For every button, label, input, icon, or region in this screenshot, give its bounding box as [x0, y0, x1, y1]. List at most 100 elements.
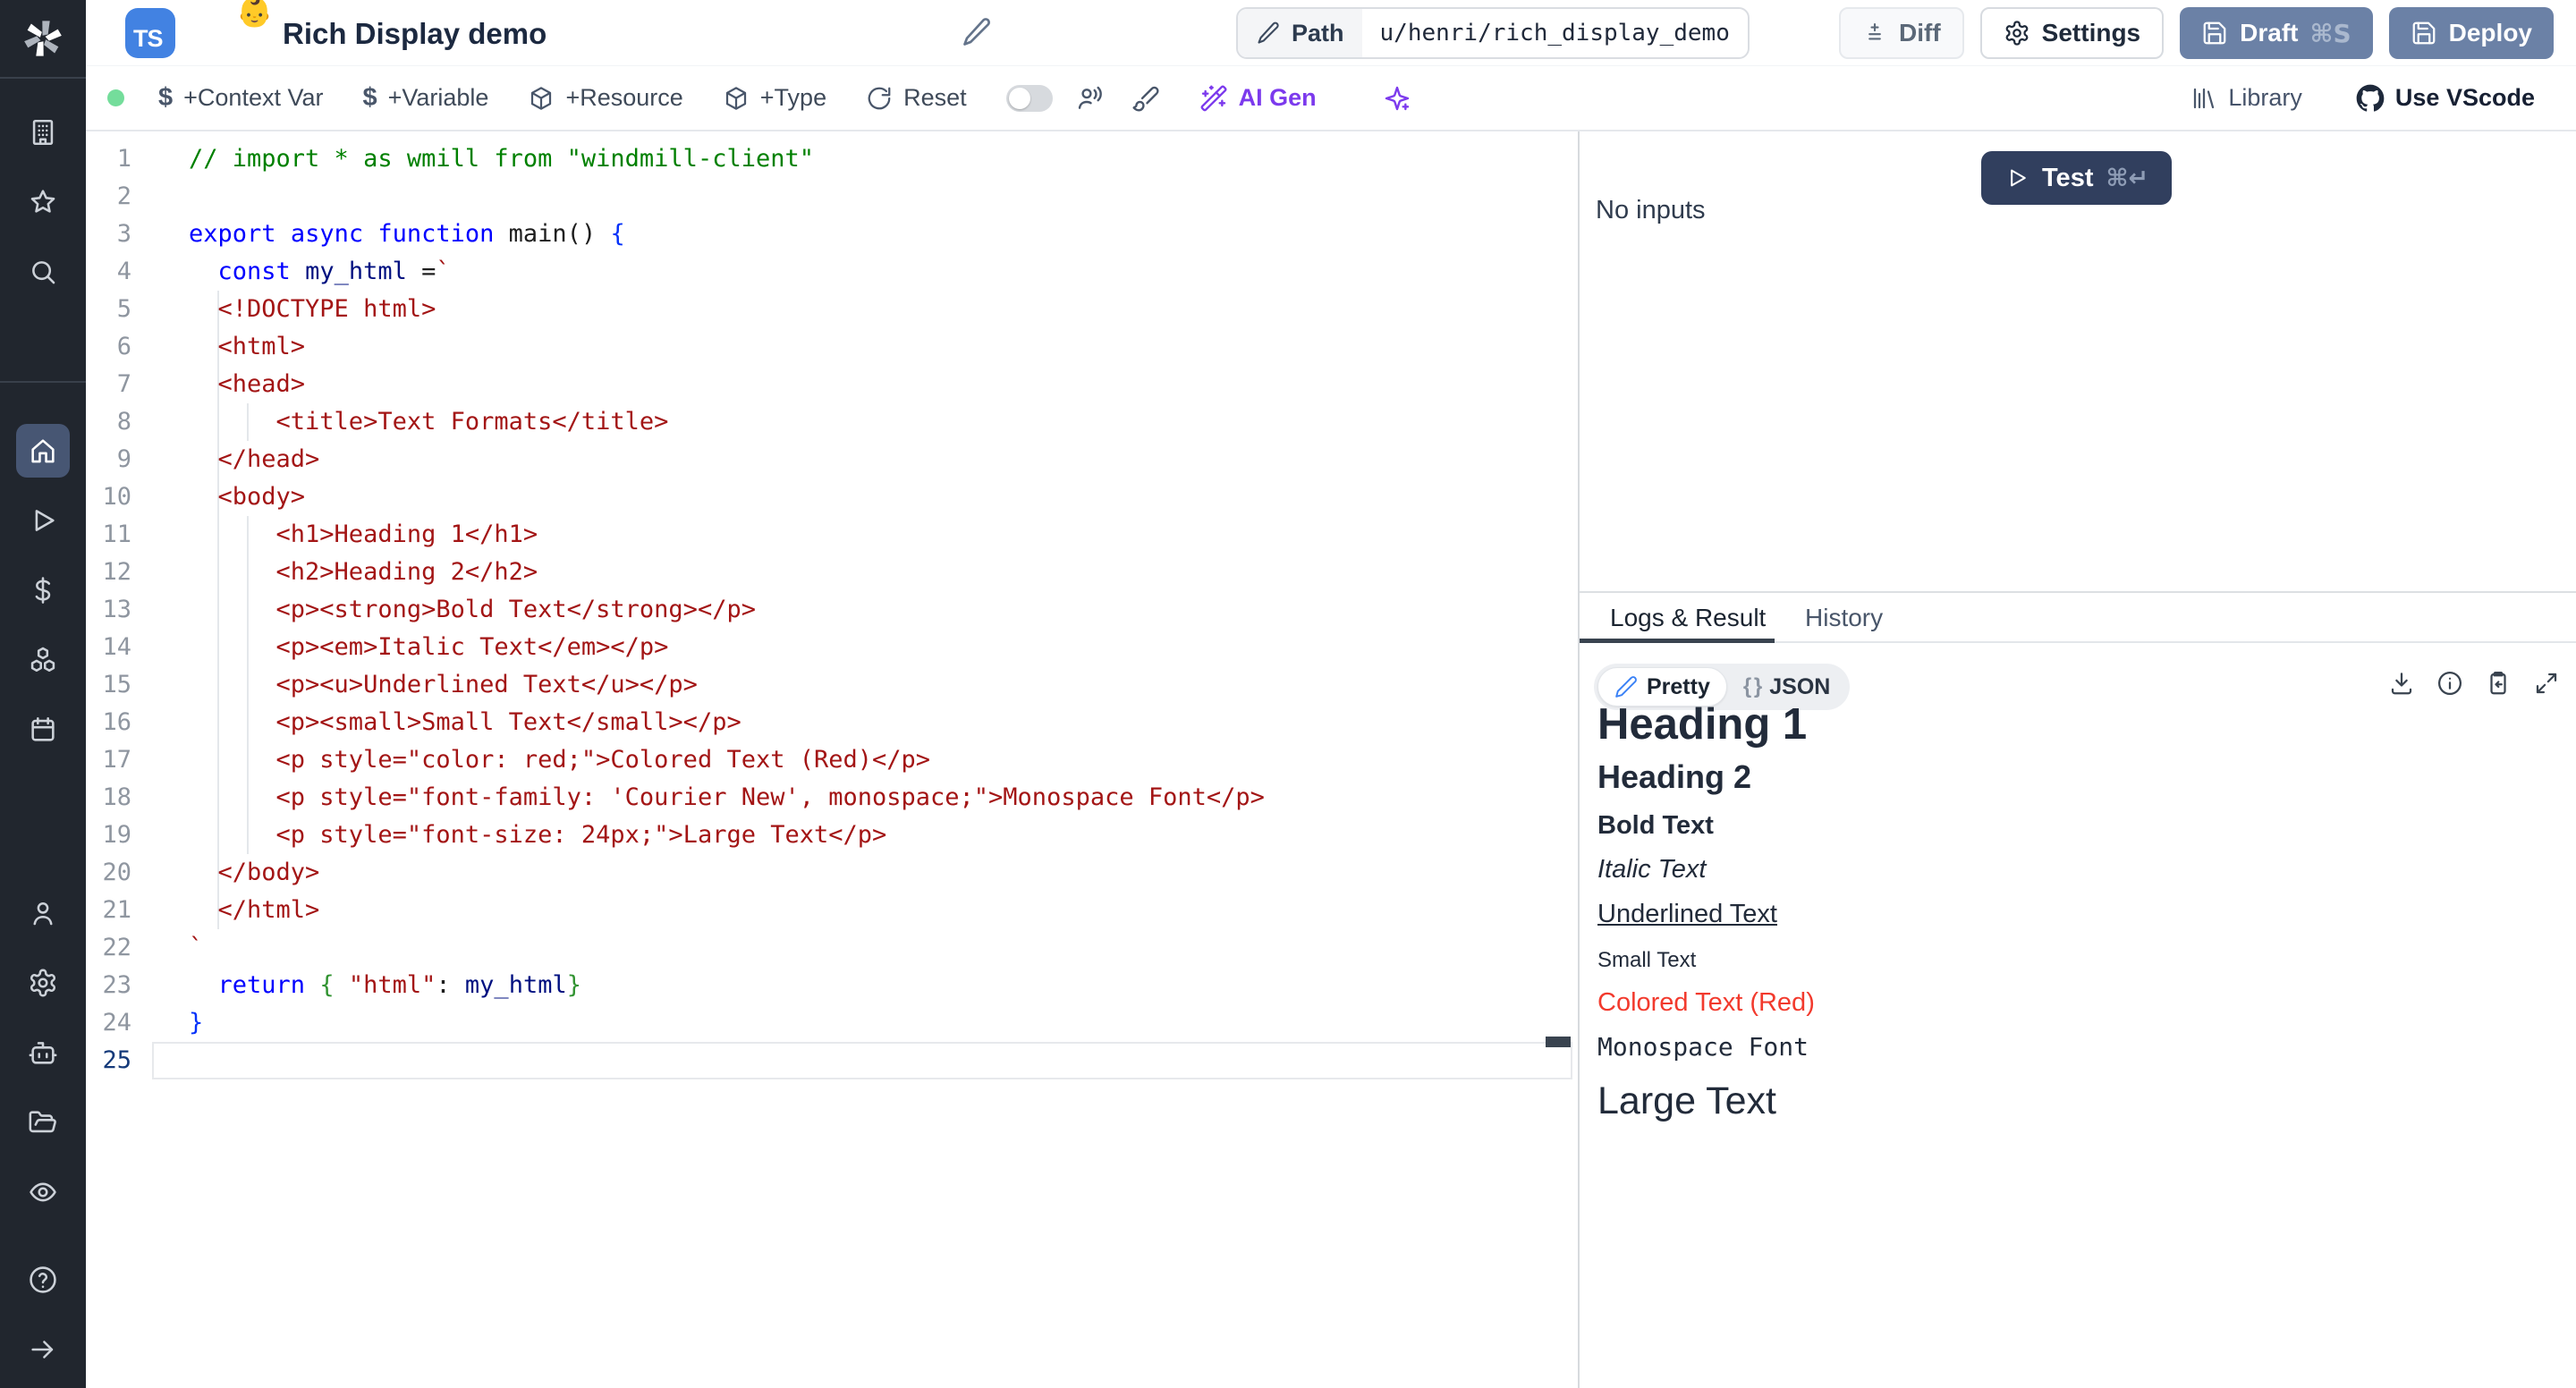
right-panel: Test ⌘↵ No inputs Logs & Result History … — [1580, 131, 2576, 1388]
code-text: <h2>Heading 2</h2> — [131, 554, 538, 591]
code-line[interactable]: 23 return { "html": my_html} — [86, 967, 1578, 1004]
sidebar-item-dollar[interactable] — [16, 563, 70, 617]
reset-button[interactable]: Reset — [866, 84, 967, 112]
code-line[interactable]: 7 <head> — [86, 366, 1578, 403]
line-number: 23 — [86, 967, 131, 1004]
result-mono: Monospace Font — [1597, 1028, 2537, 1067]
reset-label: Reset — [903, 84, 967, 112]
code-line[interactable]: 2 — [86, 178, 1578, 216]
sidebar-item-arrow-right[interactable] — [16, 1323, 70, 1376]
code-text: </html> — [131, 892, 319, 929]
gear-icon — [28, 968, 58, 998]
sidebar-item-folder[interactable] — [16, 1096, 70, 1149]
code-line[interactable]: 1// import * as wmill from "windmill-cli… — [86, 140, 1578, 178]
diff-button[interactable]: Diff — [1839, 7, 1964, 59]
code-line[interactable]: 4 const my_html =` — [86, 253, 1578, 291]
draft-label: Draft — [2240, 19, 2298, 47]
code-line[interactable]: 13 <p><strong>Bold Text</strong></p> — [86, 591, 1578, 629]
sidebar-item-help[interactable] — [16, 1253, 70, 1307]
download-icon[interactable] — [2388, 670, 2415, 697]
sidebar-item-bot[interactable] — [16, 1026, 70, 1079]
result-italic: Italic Text — [1597, 849, 2537, 890]
code-line[interactable]: 5 <!DOCTYPE html> — [86, 291, 1578, 328]
code-line[interactable]: 22` — [86, 929, 1578, 967]
json-view-button[interactable]: { } JSON — [1727, 674, 1846, 700]
code-line[interactable]: 9 </head> — [86, 441, 1578, 478]
settings-button[interactable]: Settings — [1980, 7, 2164, 59]
path-input[interactable]: u/henri/rich_display_demo — [1362, 9, 1748, 57]
multiplayer-users-icon[interactable] — [1076, 84, 1105, 113]
sidebar-item-gear[interactable] — [16, 956, 70, 1010]
draft-button[interactable]: Draft ⌘S — [2180, 7, 2373, 59]
code-line[interactable]: 10 <body> — [86, 478, 1578, 516]
format-brush-icon[interactable] — [1131, 84, 1160, 113]
tab-history[interactable]: History — [1805, 604, 1883, 632]
code-line[interactable]: 3export async function main() { — [86, 216, 1578, 253]
dollar-icon: $ — [362, 83, 377, 113]
test-shortcut: ⌘↵ — [2106, 165, 2148, 192]
code-text: <p style="color: red;">Colored Text (Red… — [131, 741, 930, 779]
sidebar-item-search[interactable] — [16, 245, 70, 299]
star-icon — [28, 187, 58, 217]
code-line[interactable]: 8 <title>Text Formats</title> — [86, 403, 1578, 441]
windmill-logo-icon[interactable] — [0, 0, 86, 79]
deploy-button[interactable]: Deploy — [2389, 7, 2554, 59]
sidebar-item-building[interactable] — [16, 106, 70, 159]
result-actions — [2388, 670, 2560, 697]
line-number: 12 — [86, 554, 131, 591]
code-line[interactable]: 15 <p><u>Underlined Text</u></p> — [86, 666, 1578, 704]
use-vscode-button[interactable]: Use VScode — [2356, 84, 2535, 113]
sidebar-item-star[interactable] — [16, 175, 70, 229]
code-line[interactable]: 11 <h1>Heading 1</h1> — [86, 516, 1578, 554]
sparkles-icon[interactable] — [1383, 84, 1411, 113]
code-line[interactable]: 12 <h2>Heading 2</h2> — [86, 554, 1578, 591]
code-line[interactable]: 16 <p><small>Small Text</small></p> — [86, 704, 1578, 741]
add-variable-label: +Variable — [388, 84, 489, 112]
info-icon[interactable] — [2436, 670, 2463, 697]
code-line[interactable]: 25 — [86, 1042, 1578, 1079]
line-number: 25 — [86, 1042, 131, 1079]
sidebar-item-boxes[interactable] — [16, 633, 70, 687]
code-line[interactable]: 6 <html> — [86, 328, 1578, 366]
code-text: <p><u>Underlined Text</u></p> — [131, 666, 698, 704]
library-button[interactable]: Library — [2190, 84, 2302, 112]
code-line[interactable]: 19 <p style="font-size: 24px;">Large Tex… — [86, 817, 1578, 854]
code-line[interactable]: 21 </html> — [86, 892, 1578, 929]
code-text: </head> — [131, 441, 319, 478]
tab-logs-result[interactable]: Logs & Result — [1610, 604, 1766, 632]
code-line[interactable]: 17 <p style="color: red;">Colored Text (… — [86, 741, 1578, 779]
code-text: <p><small>Small Text</small></p> — [131, 704, 741, 741]
multiplayer-toggle[interactable] — [1006, 85, 1053, 112]
add-resource-button[interactable]: +Resource — [528, 84, 682, 112]
code-line[interactable]: 20 </body> — [86, 854, 1578, 892]
code-editor[interactable]: 1// import * as wmill from "windmill-cli… — [86, 131, 1578, 1388]
code-line[interactable]: 24} — [86, 1004, 1578, 1042]
deploy-label: Deploy — [2449, 19, 2532, 47]
user-icon — [28, 898, 58, 928]
no-inputs-text: No inputs — [1596, 196, 1706, 225]
add-type-button[interactable]: +Type — [723, 84, 826, 112]
ai-gen-button[interactable]: AI Gen — [1199, 84, 1317, 113]
add-variable-button[interactable]: $ +Variable — [362, 83, 488, 113]
sidebar-item-user[interactable] — [16, 886, 70, 940]
line-number: 18 — [86, 779, 131, 817]
copy-to-clipboard-icon[interactable] — [2485, 670, 2512, 697]
sidebar-item-home[interactable] — [16, 424, 70, 478]
overview-ruler-marker — [1546, 1037, 1571, 1047]
sidebar-item-eye[interactable] — [16, 1165, 70, 1219]
test-button[interactable]: Test ⌘↵ — [1981, 151, 2172, 205]
path-label-segment[interactable]: Path — [1238, 9, 1362, 57]
test-label: Test — [2042, 164, 2093, 193]
code-line[interactable]: 14 <p><em>Italic Text</em></p> — [86, 629, 1578, 666]
bot-icon — [28, 1037, 58, 1068]
sidebar-item-calendar[interactable] — [16, 703, 70, 757]
sidebar-item-play[interactable] — [16, 494, 70, 547]
code-line[interactable]: 18 <p style="font-family: 'Courier New',… — [86, 779, 1578, 817]
badge-emoji: 👶 — [236, 0, 273, 26]
expand-icon[interactable] — [2533, 670, 2560, 697]
diff-label: Diff — [1899, 19, 1941, 47]
add-context-var-button[interactable]: $ +Context Var — [158, 83, 323, 113]
edit-title-pencil-icon[interactable] — [961, 16, 993, 48]
package-icon — [723, 85, 750, 112]
code-text: <p style="font-family: 'Courier New', mo… — [131, 779, 1265, 817]
